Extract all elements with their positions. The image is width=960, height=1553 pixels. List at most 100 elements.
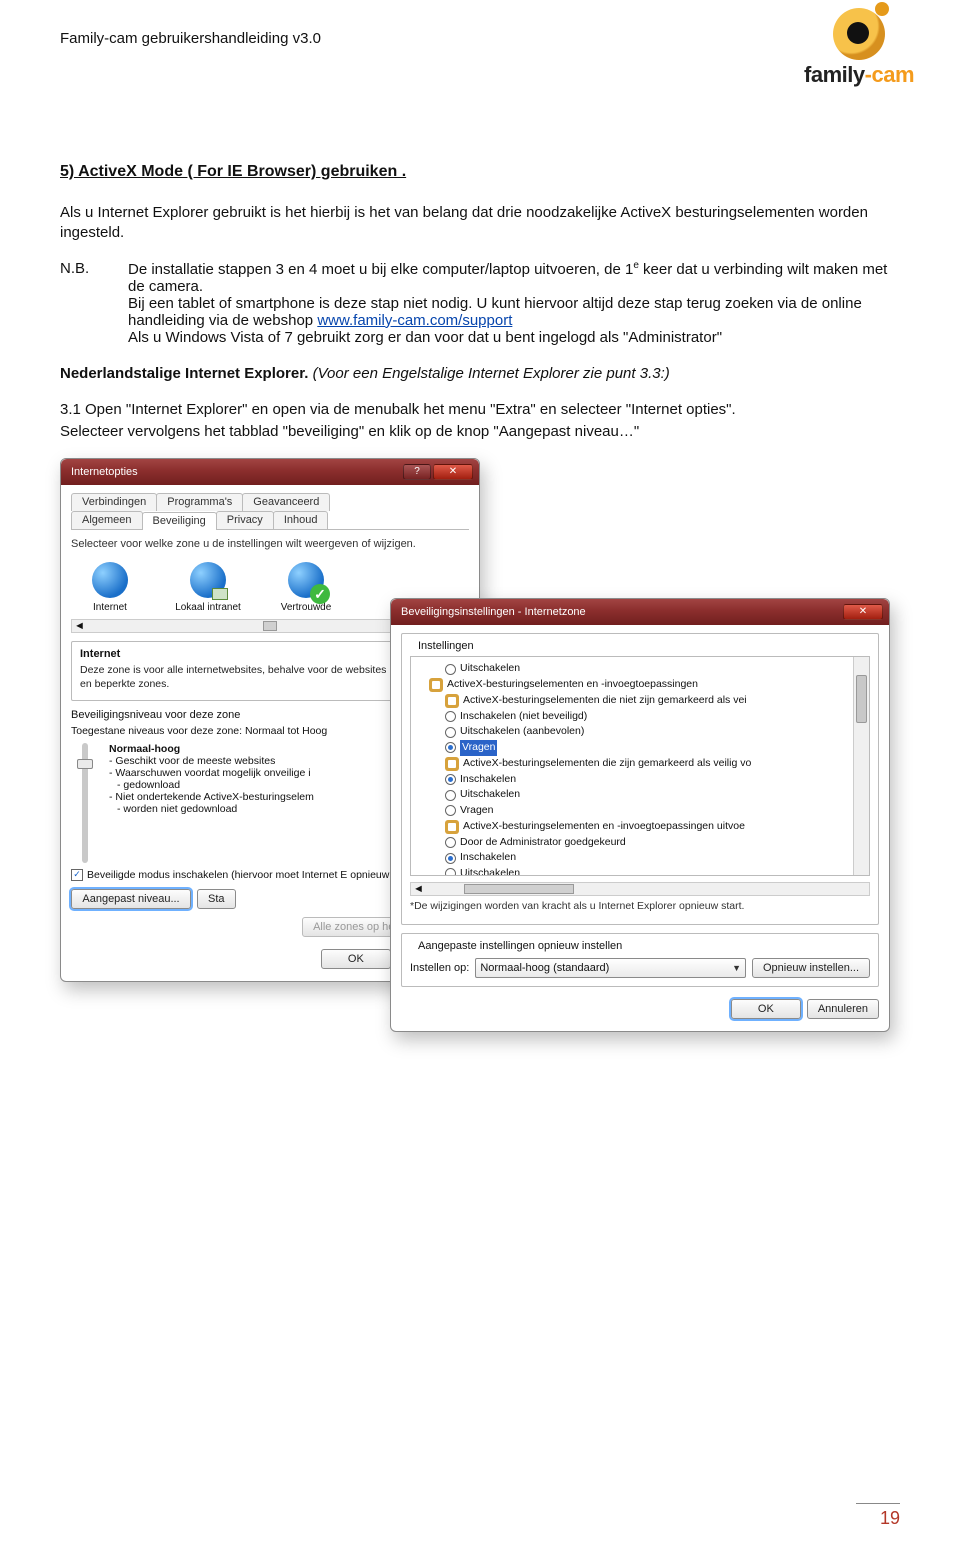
cancel-button[interactable]: Annuleren (807, 999, 879, 1019)
settings-group-title: Instellingen (414, 640, 478, 652)
reset-button[interactable]: Opnieuw instellen... (752, 958, 870, 978)
tree-item-label: ActiveX-besturingselementen en -invoegto… (463, 819, 745, 835)
zone-label: Lokaal intranet (173, 602, 243, 613)
radio-icon[interactable] (445, 711, 456, 722)
tree-item-label: ActiveX-besturingselementen die niet zij… (463, 693, 747, 709)
tree-item[interactable]: Uitschakelen (aanbevolen) (415, 724, 865, 740)
tree-item-label: ActiveX-besturingselementen die zijn gem… (463, 756, 751, 772)
settings-tree[interactable]: UitschakelenActiveX-besturingselementen … (410, 656, 870, 876)
tab-inhoud[interactable]: Inhoud (273, 511, 329, 529)
tree-item-label: Inschakelen (niet beveiligd) (460, 709, 587, 725)
dialog-title: Beveiligingsinstellingen - Internetzone (397, 606, 843, 618)
tree-item[interactable]: ActiveX-besturingselementen die zijn gem… (415, 756, 865, 772)
titlebar: Internetopties ? ✕ (61, 459, 479, 485)
level-bullet: gedownload (117, 779, 314, 791)
security-slider[interactable] (82, 743, 88, 863)
page-number: 19 (856, 1503, 900, 1529)
tree-item-label: ActiveX-besturingselementen en -invoegto… (447, 677, 698, 693)
tab-geavanceerd[interactable]: Geavanceerd (242, 493, 330, 511)
dialog-title: Internetopties (67, 466, 403, 478)
tab-privacy[interactable]: Privacy (216, 511, 274, 529)
level-bullet: worden niet gedownload (117, 803, 314, 815)
checkbox-checked-icon[interactable]: ✓ (71, 869, 83, 881)
brand-word-2: -cam (865, 62, 914, 87)
brand-logo: family-cam (804, 8, 914, 88)
level-bullet: Geschikt voor de meeste websites (109, 755, 314, 767)
nl-heading-bold: Nederlandstalige Internet Explorer. (60, 365, 308, 382)
help-button[interactable]: ? (403, 464, 431, 480)
screenshot-stack: Internetopties ? ✕ Verbindingen Programm… (60, 458, 900, 1138)
tree-item-label: Uitschakelen (460, 866, 520, 876)
tree-item[interactable]: ActiveX-besturingselementen en -invoegto… (415, 677, 865, 693)
standard-level-button[interactable]: Sta (197, 889, 236, 909)
gear-icon (429, 678, 443, 692)
step-3-1a: 3.1 Open "Internet Explorer" en open via… (60, 400, 900, 420)
tab-beveiliging[interactable]: Beveiliging (142, 512, 217, 530)
nb-line3: Als u Windows Vista of 7 gebruikt zorg e… (128, 329, 722, 346)
gear-icon (445, 757, 459, 771)
camera-icon (833, 8, 885, 60)
nb-label: N.B. (60, 260, 100, 346)
tree-item[interactable]: ActiveX-besturingselementen en -invoegto… (415, 819, 865, 835)
gear-icon (445, 694, 459, 708)
chevron-down-icon: ▼ (732, 963, 741, 973)
radio-icon[interactable] (445, 868, 456, 876)
restart-note: *De wijzigingen worden van kracht als u … (410, 900, 870, 912)
level-bullet: Waarschuwen voordat mogelijk onveilige i (109, 767, 314, 779)
radio-icon[interactable] (445, 853, 456, 864)
close-button[interactable]: ✕ (843, 604, 883, 620)
zone-trusted[interactable]: ✓ Vertrouwde (271, 562, 341, 613)
nb-body: De installatie stappen 3 en 4 moet u bij… (128, 260, 900, 346)
tree-item[interactable]: Vragen (415, 803, 865, 819)
level-name: Normaal-hoog (109, 743, 314, 755)
globe-trusted-icon: ✓ (288, 562, 324, 598)
tree-item-label: Vragen (460, 740, 497, 756)
tree-item[interactable]: Inschakelen (415, 772, 865, 788)
zone-hint: Selecteer voor welke zone u de instellin… (71, 538, 469, 550)
tree-item[interactable]: Uitschakelen (415, 661, 865, 677)
support-link[interactable]: www.family-cam.com/support (317, 312, 512, 329)
check-icon: ✓ (310, 584, 330, 604)
brand-word-1: family (804, 62, 865, 87)
tree-item-label: Inschakelen (460, 772, 516, 788)
intro-paragraph: Als u Internet Explorer gebruikt is het … (60, 203, 900, 244)
ok-button[interactable]: OK (731, 999, 801, 1019)
radio-icon[interactable] (445, 742, 456, 753)
doc-header-title: Family-cam gebruikershandleiding v3.0 (60, 30, 900, 47)
radio-icon[interactable] (445, 790, 456, 801)
custom-level-button[interactable]: Aangepast niveau... (71, 889, 191, 909)
tree-item[interactable]: Inschakelen (niet beveiligd) (415, 709, 865, 725)
zone-local-intranet[interactable]: Lokaal intranet (173, 562, 243, 613)
tree-hscrollbar[interactable]: ◄ (410, 882, 870, 896)
radio-icon[interactable] (445, 664, 456, 675)
reset-level-select[interactable]: Normaal-hoog (standaard) ▼ (475, 958, 746, 978)
tree-item-label: Uitschakelen (460, 787, 520, 803)
tree-item[interactable]: Uitschakelen (415, 866, 865, 876)
tree-item-label: Vragen (460, 803, 493, 819)
tree-item-label: Uitschakelen (aanbevolen) (460, 724, 584, 740)
tree-item[interactable]: Door de Administrator goedgekeurd (415, 835, 865, 851)
tree-item-label: Uitschakelen (460, 661, 520, 677)
level-bullets: Geschikt voor de meeste websites Waarsch… (109, 755, 314, 815)
tab-algemeen[interactable]: Algemeen (71, 511, 143, 529)
radio-icon[interactable] (445, 774, 456, 785)
brand-text: family-cam (804, 62, 914, 88)
tree-item[interactable]: ActiveX-besturingselementen die niet zij… (415, 693, 865, 709)
zone-label: Internet (75, 602, 145, 613)
ok-button[interactable]: OK (321, 949, 391, 969)
tree-item[interactable]: Uitschakelen (415, 787, 865, 803)
radio-icon[interactable] (445, 727, 456, 738)
tree-scrollbar[interactable] (853, 657, 869, 875)
tree-item[interactable]: Inschakelen (415, 850, 865, 866)
tree-item[interactable]: Vragen (415, 740, 865, 756)
radio-icon[interactable] (445, 805, 456, 816)
section-heading: 5) ActiveX Mode ( For IE Browser) gebrui… (60, 163, 900, 181)
zone-internet[interactable]: Internet (75, 562, 145, 613)
close-button[interactable]: ✕ (433, 464, 473, 480)
globe-intranet-icon (190, 562, 226, 598)
titlebar: Beveiligingsinstellingen - Internetzone … (391, 599, 889, 625)
radio-icon[interactable] (445, 837, 456, 848)
level-bullet: Niet ondertekende ActiveX-besturingselem (109, 791, 314, 803)
tab-verbindingen[interactable]: Verbindingen (71, 493, 157, 511)
tab-programmas[interactable]: Programma's (156, 493, 243, 511)
